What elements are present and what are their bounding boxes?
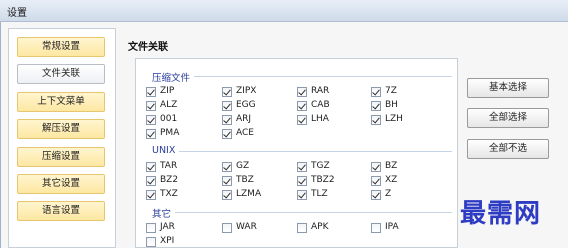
checkbox-label: TBZ2 xyxy=(311,175,335,185)
section-other-label: 其它 xyxy=(152,206,176,220)
page-title: 文件关联 xyxy=(128,42,168,53)
sidebar-item-context-menu[interactable]: 上下文菜单 xyxy=(17,92,105,112)
checkbox-label: TGZ xyxy=(311,161,330,171)
checkbox-box[interactable] xyxy=(222,223,232,233)
sidebar-item-other[interactable]: 其它设置 xyxy=(17,174,105,194)
window-title: 设置 xyxy=(7,8,27,19)
checkbox-box[interactable] xyxy=(146,237,156,247)
checkbox-label: ZIP xyxy=(160,86,175,96)
checkbox-box[interactable] xyxy=(222,176,232,186)
sidebar-item-language[interactable]: 语言设置 xyxy=(17,201,105,221)
checkbox-box[interactable] xyxy=(146,162,156,172)
checkbox-box[interactable] xyxy=(297,176,307,186)
checkbox-box[interactable] xyxy=(297,115,307,125)
sidebar-item-compress[interactable]: 压缩设置 xyxy=(17,147,105,167)
checkbox-label: XZ xyxy=(385,175,398,185)
checkbox-box[interactable] xyxy=(146,87,156,97)
settings-sidebar: 常规设置 文件关联 上下文菜单 解压设置 压缩设置 其它设置 语言设置 xyxy=(8,28,116,248)
checkbox-label: TXZ xyxy=(160,189,178,199)
checkbox-label: TBZ xyxy=(236,175,254,185)
watermark-logo: 最需网 xyxy=(460,199,542,229)
checkbox-label: ALZ xyxy=(160,100,178,110)
section-divider xyxy=(152,151,452,152)
checkbox-label: ARJ xyxy=(236,114,252,124)
checkbox-label: JAR xyxy=(160,222,175,232)
checkbox-box[interactable] xyxy=(146,190,156,200)
checkbox-label: TLZ xyxy=(311,189,328,199)
checkbox-box[interactable] xyxy=(297,87,307,97)
checkbox-label: APK xyxy=(311,222,329,232)
checkbox-box[interactable] xyxy=(146,115,156,125)
section-unix-label: UNIX xyxy=(152,145,180,156)
checkbox-box[interactable] xyxy=(371,223,381,233)
checkbox-box[interactable] xyxy=(297,190,307,200)
checkbox-label: BZ xyxy=(385,161,398,171)
checkbox-box[interactable] xyxy=(146,101,156,111)
checkbox-label: CAB xyxy=(311,100,330,110)
section-unix-title: UNIX xyxy=(152,145,452,158)
section-other-title: 其它 xyxy=(152,206,452,220)
basic-select-button[interactable]: 基本选择 xyxy=(467,78,549,98)
checkbox-label: 7Z xyxy=(385,86,397,96)
checkbox-label: TAR xyxy=(160,161,178,171)
checkbox-label: ACE xyxy=(236,128,254,138)
section-divider xyxy=(152,212,452,213)
checkbox-label: BH xyxy=(385,100,398,110)
checkbox-label: LHA xyxy=(311,114,329,124)
sidebar-item-file-association[interactable]: 文件关联 xyxy=(17,64,105,84)
checkbox-label: 001 xyxy=(160,114,178,124)
checkbox-box[interactable] xyxy=(222,87,232,97)
file-type-group: 压缩文件 ZIP ZIPX RAR 7Z ALZ EGG CAB BH 001 … xyxy=(135,58,458,248)
select-none-button[interactable]: 全部不选 xyxy=(467,139,549,159)
checkbox-box[interactable] xyxy=(222,190,232,200)
section-archive-title: 压缩文件 xyxy=(152,70,452,84)
checkbox-label: EGG xyxy=(236,100,256,110)
checkbox-box[interactable] xyxy=(371,176,381,186)
checkbox-box[interactable] xyxy=(297,101,307,111)
checkbox-label: LZH xyxy=(385,114,403,124)
checkbox-box[interactable] xyxy=(146,176,156,186)
section-divider xyxy=(152,76,452,77)
checkbox-box[interactable] xyxy=(371,87,381,97)
checkbox-label: IPA xyxy=(385,222,399,232)
checkbox-box[interactable] xyxy=(371,190,381,200)
checkbox-label: ZIPX xyxy=(236,86,257,96)
sidebar-item-general[interactable]: 常规设置 xyxy=(17,37,105,57)
checkbox-label: RAR xyxy=(311,86,330,96)
checkbox-label: XPI xyxy=(160,236,175,246)
sidebar-item-extract[interactable]: 解压设置 xyxy=(17,119,105,139)
checkbox-label: WAR xyxy=(236,222,257,232)
checkbox-label: Z xyxy=(385,189,392,199)
title-bar: 设置 xyxy=(0,0,568,22)
checkbox-label: LZMA xyxy=(236,189,262,199)
checkbox-box[interactable] xyxy=(371,162,381,172)
checkbox-box[interactable] xyxy=(222,101,232,111)
checkbox-box[interactable] xyxy=(371,101,381,111)
checkbox-box[interactable] xyxy=(371,115,381,125)
checkbox-box[interactable] xyxy=(146,129,156,139)
checkbox-box[interactable] xyxy=(222,115,232,125)
checkbox-box[interactable] xyxy=(297,223,307,233)
section-archive-label: 压缩文件 xyxy=(152,70,195,84)
checkbox-label: PMA xyxy=(160,128,180,138)
checkbox-box[interactable] xyxy=(222,162,232,172)
checkbox-label: BZ2 xyxy=(160,175,179,185)
checkbox-box[interactable] xyxy=(146,223,156,233)
checkbox-box[interactable] xyxy=(297,162,307,172)
checkbox-label: GZ xyxy=(236,161,250,171)
checkbox-box[interactable] xyxy=(222,129,232,139)
select-all-button[interactable]: 全部选择 xyxy=(467,108,549,128)
